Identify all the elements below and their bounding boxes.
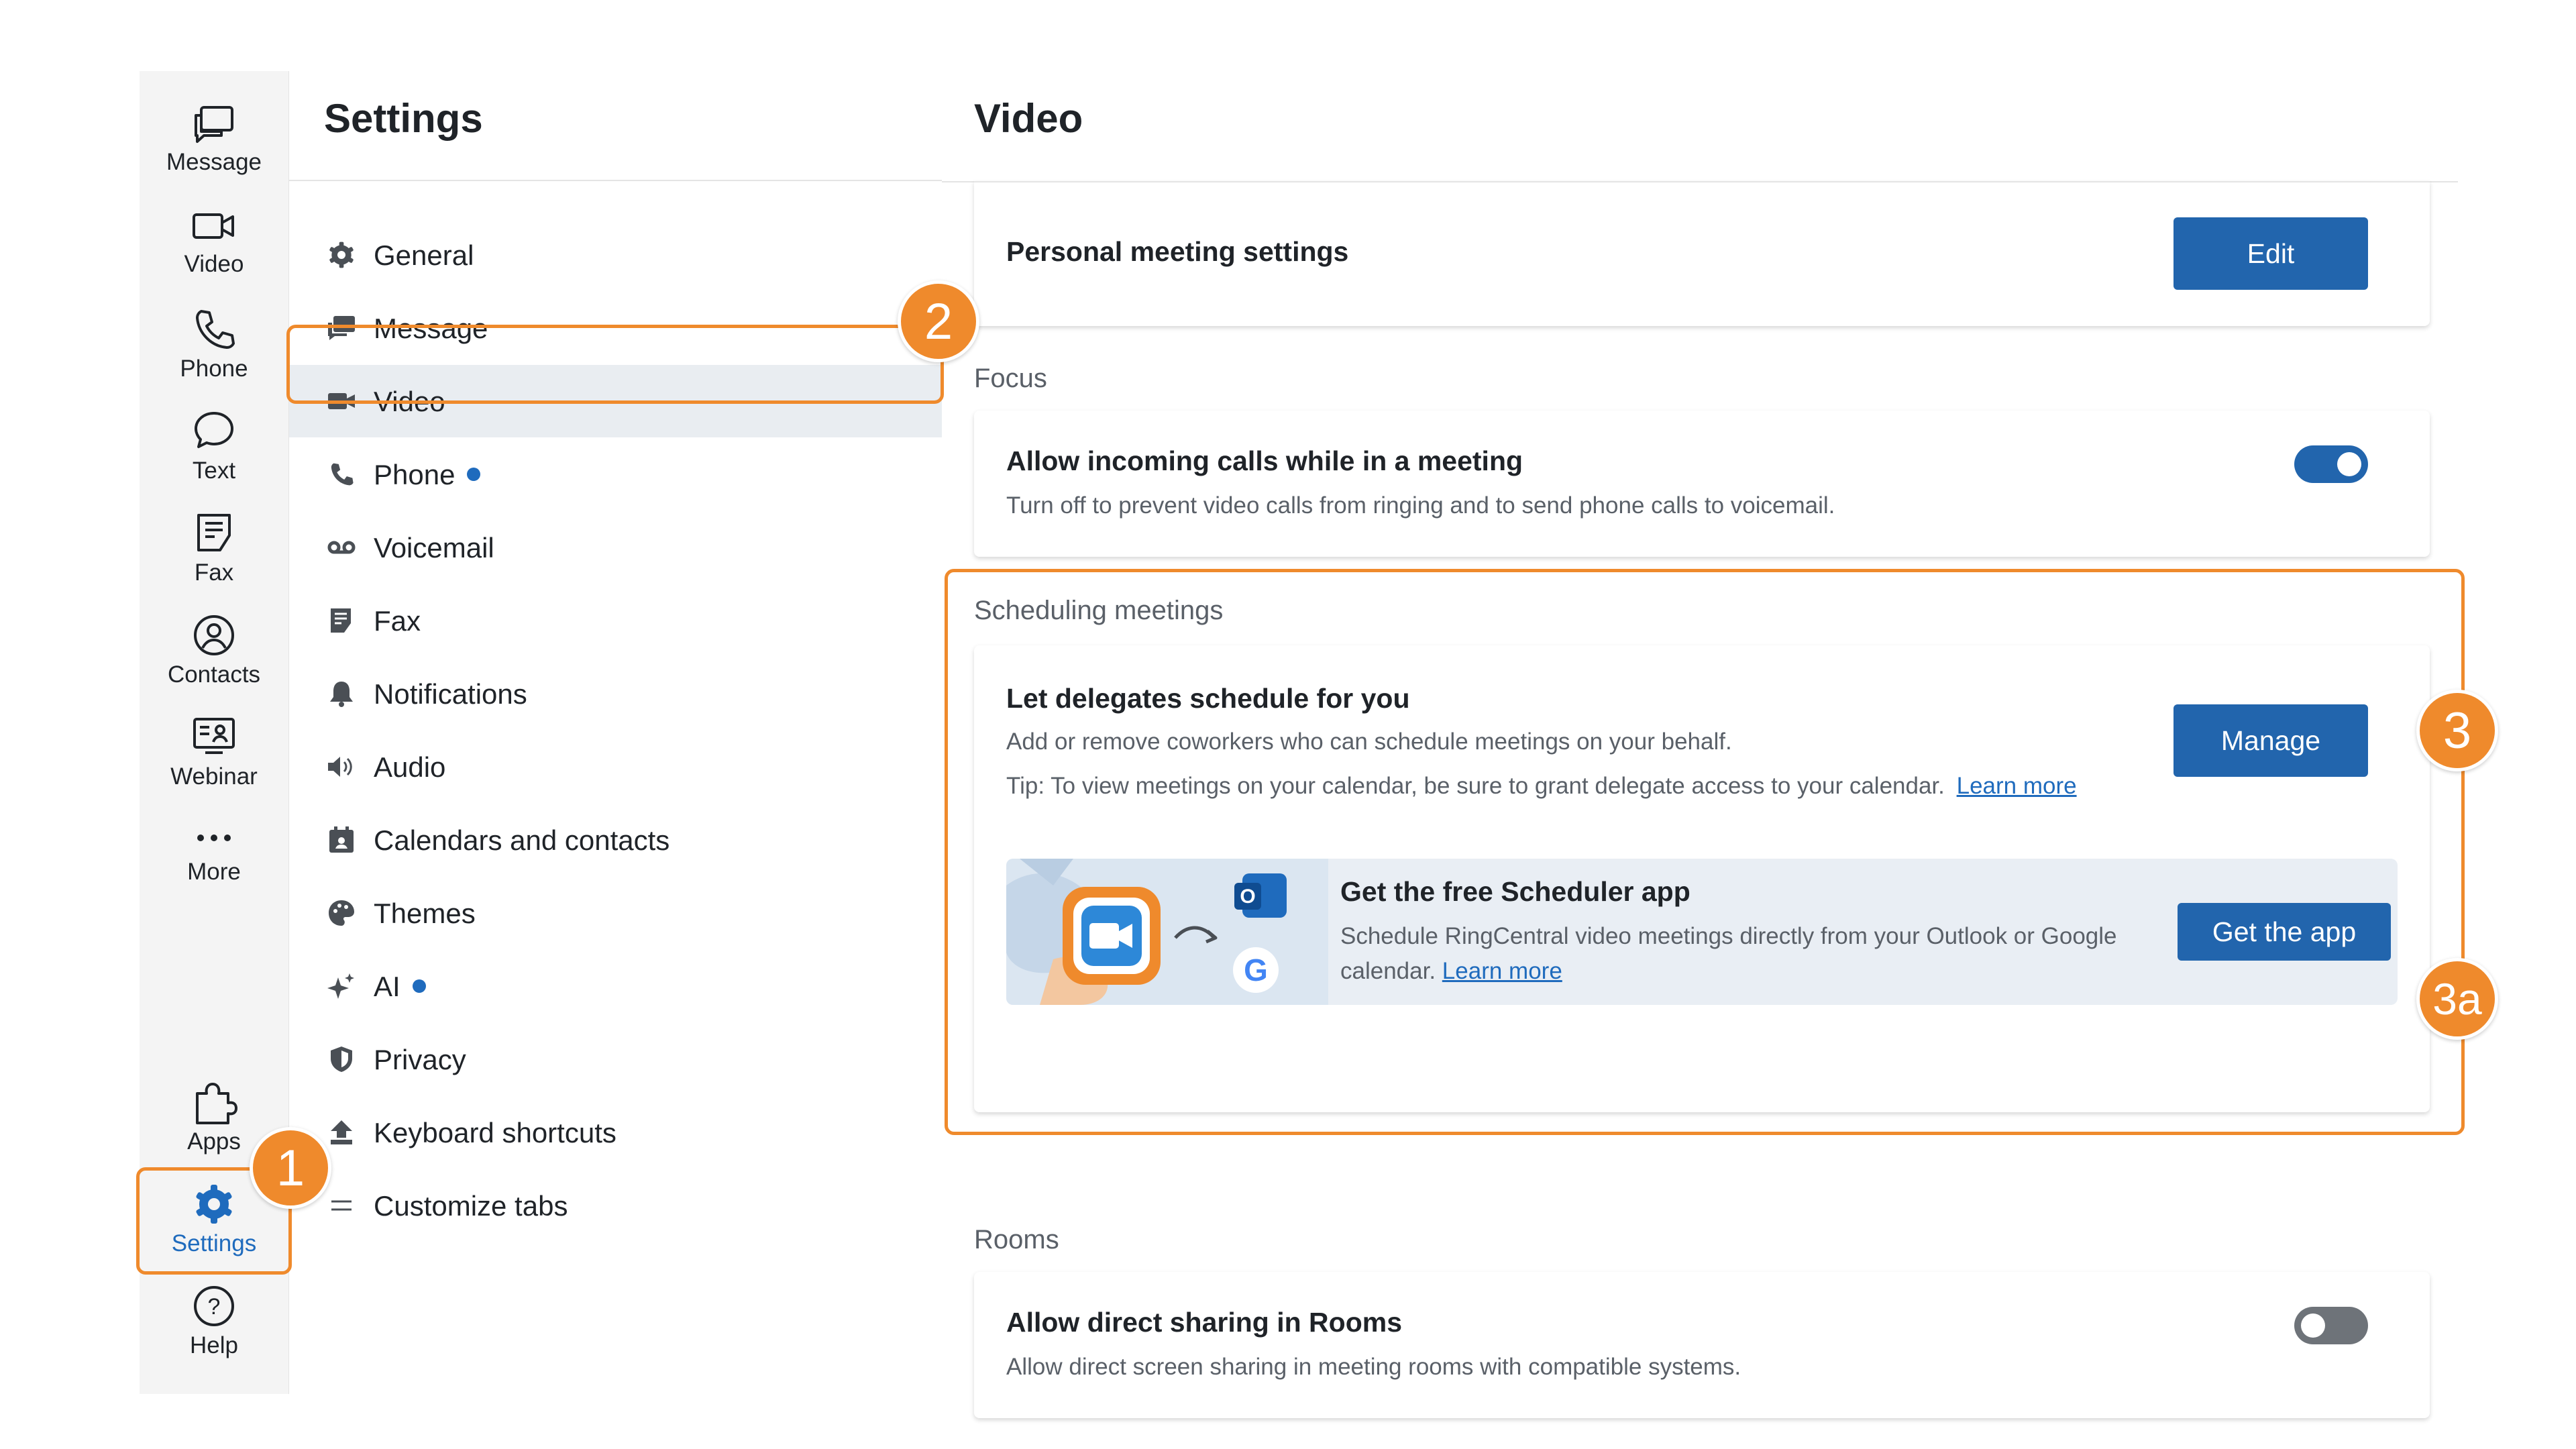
- nav-item-keyboard-shortcuts[interactable]: Keyboard shortcuts: [289, 1096, 943, 1169]
- nav-label-customize-tabs: Customize tabs: [374, 1190, 568, 1222]
- nav-label-ai-text: AI: [374, 971, 400, 1002]
- nav-item-themes[interactable]: Themes: [289, 877, 943, 949]
- edit-button[interactable]: Edit: [2174, 217, 2368, 290]
- nav-item-notifications[interactable]: Notifications: [289, 657, 943, 730]
- direct-sharing-title: Allow direct sharing in Rooms: [1006, 1307, 1403, 1338]
- step-badge-3a: 3a: [2416, 958, 2498, 1040]
- phone-icon: [327, 461, 356, 488]
- more-dots-icon: [197, 835, 231, 841]
- nav-label-privacy: Privacy: [374, 1044, 466, 1075]
- personal-meeting-card: Personal meeting settings Edit: [974, 181, 2430, 326]
- rail-item-phone[interactable]: Phone: [140, 307, 288, 382]
- nav-item-general[interactable]: General: [289, 219, 943, 291]
- card-top-edge: [974, 181, 2430, 182]
- puzzle-icon: [196, 1083, 237, 1124]
- rooms-section-label: Rooms: [974, 1225, 1059, 1254]
- notification-dot: [412, 979, 426, 993]
- incoming-calls-toggle[interactable]: [2294, 445, 2368, 483]
- highlight-scheduling-section: [945, 569, 2465, 1135]
- page-title: Video: [974, 96, 1083, 141]
- voicemail-icon: [327, 534, 356, 561]
- video-icon: [193, 213, 234, 239]
- rail-label-message: Message: [166, 149, 262, 175]
- nav-label-calendars: Calendars and contacts: [374, 824, 670, 856]
- text-bubble-icon: [195, 412, 233, 448]
- fax-icon: [327, 607, 356, 634]
- contacts-icon: [194, 615, 234, 655]
- nav-item-fax[interactable]: Fax: [289, 584, 943, 657]
- direct-sharing-card: Allow direct sharing in Rooms Allow dire…: [974, 1272, 2430, 1418]
- personal-meeting-title: Personal meeting settings: [1006, 236, 1349, 267]
- rail-item-fax[interactable]: Fax: [140, 511, 288, 586]
- step-badge-2: 2: [898, 280, 979, 362]
- nav-label-general: General: [374, 239, 474, 271]
- incoming-calls-desc: Turn off to prevent video calls from rin…: [1006, 492, 1835, 519]
- help-icon: ?: [194, 1286, 234, 1326]
- calendar-icon: [327, 826, 356, 853]
- incoming-calls-card: Allow incoming calls while in a meeting …: [974, 411, 2430, 557]
- fax-icon: [197, 514, 231, 551]
- nav-label-ai: AI: [374, 970, 426, 1004]
- rail-item-contacts[interactable]: Contacts: [140, 613, 288, 688]
- palette-icon: [327, 900, 356, 926]
- nav-label-phone: Phone: [374, 458, 481, 492]
- bell-icon: [327, 680, 356, 707]
- rail-label-fax: Fax: [194, 559, 234, 586]
- rail-item-webinar[interactable]: Webinar: [140, 715, 288, 790]
- rail-label-phone: Phone: [180, 356, 248, 382]
- nav-divider: [289, 180, 943, 181]
- rail-item-message[interactable]: Message: [140, 103, 288, 176]
- settings-nav: Settings General Message Video Phone Voi…: [288, 71, 944, 1394]
- keyboard-upload-icon: [327, 1119, 356, 1146]
- nav-item-customize-tabs[interactable]: Customize tabs: [289, 1169, 943, 1242]
- rail-item-text[interactable]: Text: [140, 409, 288, 484]
- direct-sharing-desc: Allow direct screen sharing in meeting r…: [1006, 1354, 1741, 1380]
- toggle-knob: [2337, 452, 2361, 476]
- rail-item-more[interactable]: More: [140, 821, 288, 885]
- incoming-calls-title: Allow incoming calls while in a meeting: [1006, 445, 1523, 476]
- gear-icon: [327, 241, 356, 268]
- notification-dot: [467, 467, 481, 481]
- focus-section-label: Focus: [974, 364, 1047, 393]
- nav-label-themes: Themes: [374, 898, 476, 929]
- phone-icon: [196, 310, 235, 349]
- nav-label-notifications: Notifications: [374, 678, 527, 710]
- nav-item-privacy[interactable]: Privacy: [289, 1023, 943, 1095]
- step-badge-1: 1: [250, 1127, 331, 1209]
- shield-icon: [327, 1046, 356, 1073]
- rail-label-contacts: Contacts: [167, 661, 261, 688]
- nav-item-phone[interactable]: Phone: [289, 438, 943, 511]
- nav-title: Settings: [324, 96, 483, 141]
- svg-text:?: ?: [208, 1294, 221, 1320]
- nav-label-phone-text: Phone: [374, 459, 455, 490]
- nav-item-voicemail[interactable]: Voicemail: [289, 511, 943, 584]
- speaker-icon: [327, 753, 356, 780]
- nav-label-keyboard-shortcuts: Keyboard shortcuts: [374, 1117, 616, 1148]
- rail-item-help[interactable]: ? Help: [140, 1284, 288, 1359]
- step-badge-3: 3: [2416, 690, 2498, 771]
- nav-label-voicemail: Voicemail: [374, 532, 494, 564]
- rail-label-help: Help: [190, 1332, 238, 1358]
- toggle-knob: [2301, 1313, 2325, 1338]
- nav-label-fax: Fax: [374, 605, 421, 637]
- rail-label-more: More: [187, 859, 241, 885]
- rail-label-text: Text: [192, 458, 236, 484]
- rail-item-video[interactable]: Video: [140, 205, 288, 278]
- nav-item-audio[interactable]: Audio: [289, 731, 943, 803]
- direct-sharing-toggle[interactable]: [2294, 1307, 2368, 1344]
- nav-label-audio: Audio: [374, 751, 446, 783]
- nav-item-ai[interactable]: AI: [289, 950, 943, 1022]
- sparkle-icon: [327, 973, 356, 1000]
- webinar-icon: [193, 718, 235, 754]
- list-icon: [327, 1192, 356, 1219]
- rail-label-video: Video: [184, 251, 244, 277]
- nav-item-calendars[interactable]: Calendars and contacts: [289, 804, 943, 876]
- highlight-video-nav: [286, 325, 944, 404]
- message-icon: [195, 106, 233, 143]
- rail-label-webinar: Webinar: [170, 763, 258, 790]
